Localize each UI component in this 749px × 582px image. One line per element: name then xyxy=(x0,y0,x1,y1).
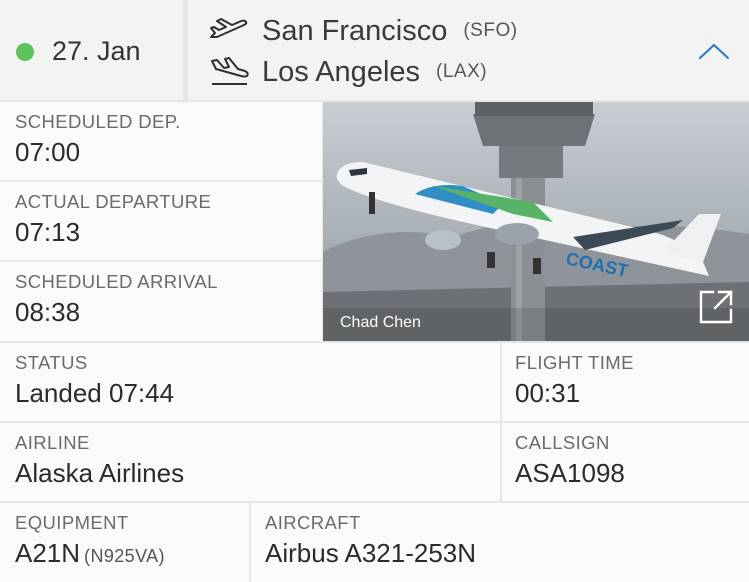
destination-city: Los Angeles xyxy=(262,55,421,88)
chevron-up-icon[interactable] xyxy=(694,38,734,64)
aircraft-label: AIRCRAFT xyxy=(265,512,361,533)
destination-row: Los Angeles (LAX) xyxy=(208,55,487,89)
equipment-registration: (N925VA) xyxy=(84,546,165,566)
flight-time-value: 00:31 xyxy=(515,378,581,408)
photo-credit: Chad Chen xyxy=(340,314,421,331)
airline-value: Alaska Airlines xyxy=(15,458,185,488)
actual-departure-label: ACTUAL DEPARTURE xyxy=(15,191,212,212)
scheduled-arrival-label: SCHEDULED ARRIVAL xyxy=(15,271,218,292)
callsign-cell: CALLSIGN ASA1098 xyxy=(502,423,749,501)
scheduled-departure-cell: SCHEDULED DEP. 07:00 xyxy=(0,102,322,180)
origin-code: (SFO) xyxy=(463,20,518,41)
destination-code: (LAX) xyxy=(436,61,488,82)
status-cell: STATUS Landed 07:44 xyxy=(0,343,500,421)
plane-takeoff-icon xyxy=(208,16,250,46)
equipment-cell: EQUIPMENT A21N (N925VA) xyxy=(0,503,249,582)
callsign-value: ASA1098 xyxy=(515,458,625,488)
route-header[interactable]: San Francisco (SFO) Los Angeles (LAX) xyxy=(188,0,749,100)
external-link-icon[interactable] xyxy=(697,288,735,326)
scheduled-arrival-cell: SCHEDULED ARRIVAL 08:38 xyxy=(0,262,322,341)
scheduled-departure-label: SCHEDULED DEP. xyxy=(15,111,181,132)
aircraft-photo[interactable]: COAST xyxy=(323,102,749,341)
flight-time-label: FLIGHT TIME xyxy=(515,352,634,373)
scheduled-departure-value: 07:00 xyxy=(15,137,81,167)
equipment-type: A21N xyxy=(15,538,81,568)
equipment-value: A21N (N925VA) xyxy=(15,538,165,569)
actual-departure-value: 07:13 xyxy=(15,217,81,247)
equipment-label: EQUIPMENT xyxy=(15,512,129,533)
aircraft-cell: AIRCRAFT Airbus A321-253N xyxy=(251,503,749,582)
plane-landing-icon xyxy=(208,57,250,87)
flight-date-panel: 27. Jan xyxy=(0,0,183,100)
status-value: Landed 07:44 xyxy=(15,378,175,408)
callsign-label: CALLSIGN xyxy=(515,432,610,453)
flight-time-cell: FLIGHT TIME 00:31 xyxy=(502,343,749,421)
aircraft-value: Airbus A321-253N xyxy=(265,538,477,568)
flight-date: 27. Jan xyxy=(52,36,141,66)
status-indicator-dot xyxy=(16,43,34,61)
status-label: STATUS xyxy=(15,352,88,373)
origin-city: San Francisco xyxy=(262,14,448,47)
origin-row: San Francisco (SFO) xyxy=(208,14,518,48)
airline-cell: AIRLINE Alaska Airlines xyxy=(0,423,500,501)
scheduled-arrival-value: 08:38 xyxy=(15,297,81,327)
actual-departure-cell: ACTUAL DEPARTURE 07:13 xyxy=(0,182,322,260)
airline-label: AIRLINE xyxy=(15,432,90,453)
